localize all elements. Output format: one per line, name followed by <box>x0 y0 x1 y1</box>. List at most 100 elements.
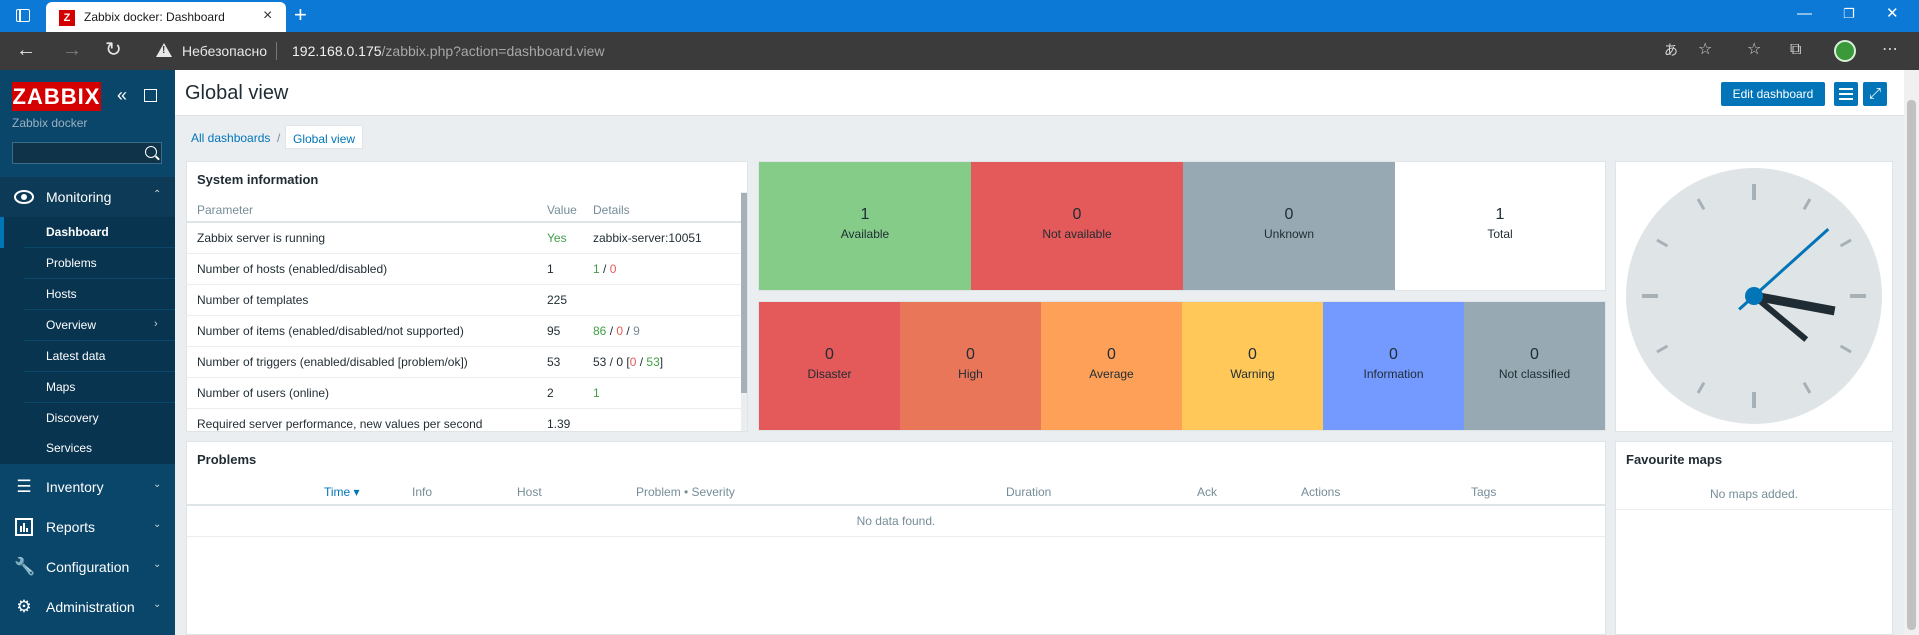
restore-icon[interactable]: ❐ <box>1843 5 1855 23</box>
details-separator: / <box>606 323 617 338</box>
more-icon[interactable]: ⋯ <box>1882 41 1898 59</box>
column-header: Value <box>537 198 583 223</box>
tile-label: Disaster <box>807 367 852 381</box>
column-header-ack: Ack <box>1197 485 1218 499</box>
zabbix-favicon-icon: Z <box>59 10 75 26</box>
submenu-hosts[interactable]: Hosts <box>0 279 175 310</box>
menu-administration-label: Administration <box>46 599 135 615</box>
tab-title: Zabbix docker: Dashboard <box>84 10 225 24</box>
close-window-icon[interactable]: ✕ <box>1886 5 1899 23</box>
collections-icon[interactable]: ⧉ <box>1790 41 1801 59</box>
tile-count: 0 <box>1248 346 1257 363</box>
column-header: Details <box>583 198 743 223</box>
severity-tile-not-classified[interactable]: 0 Not classified <box>1464 302 1605 430</box>
column-header-tags: Tags <box>1471 485 1497 499</box>
profile-icon[interactable] <box>1834 40 1856 62</box>
submenu-dashboard-label: Dashboard <box>46 225 109 239</box>
browser-tab-bar: Z Zabbix docker: Dashboard × + — ❐ ✕ <box>0 0 1919 32</box>
param-cell: Number of triggers (enabled/disabled [pr… <box>187 346 537 378</box>
severity-tile-warning[interactable]: 0 Warning <box>1182 302 1323 430</box>
page-scrollbar[interactable] <box>1904 70 1919 635</box>
submenu-services-label: Services <box>46 441 93 455</box>
chevron-up-icon: ⌃ <box>153 189 162 200</box>
submenu-discovery[interactable]: Discovery <box>0 403 175 434</box>
tile-count: 0 <box>825 346 834 363</box>
dashboard-actions-button[interactable] <box>1834 82 1858 106</box>
read-aloud-icon[interactable]: あ <box>1664 41 1678 59</box>
severity-tile-disaster[interactable]: 0 Disaster <box>759 302 900 430</box>
chevron-down-icon: ⌄ <box>153 519 162 530</box>
back-icon[interactable]: ← <box>16 40 36 60</box>
availability-tile-available[interactable]: 1 Available <box>759 162 971 290</box>
zabbix-logo[interactable]: ZABBIX <box>12 82 101 111</box>
breadcrumb-global-view[interactable]: Global view <box>285 125 364 149</box>
edit-dashboard-button[interactable]: Edit dashboard <box>1721 82 1825 106</box>
search-icon[interactable] <box>145 146 157 158</box>
url-field[interactable]: Небезопасно 192.168.0.175/zabbix.php?act… <box>142 37 1905 65</box>
submenu-latest-data[interactable]: Latest data <box>0 341 175 372</box>
collapse-sidebar-icon[interactable]: « <box>117 86 127 104</box>
severity-tile-information[interactable]: 0 Information <box>1323 302 1464 430</box>
reload-icon[interactable]: ↻ <box>105 40 122 60</box>
favorites-icon[interactable]: ☆ <box>1747 41 1761 59</box>
tab-actions-icon[interactable] <box>16 9 30 22</box>
tile-count: 1 <box>1495 206 1505 223</box>
column-header-host[interactable]: Host <box>517 485 542 499</box>
eye-icon <box>14 188 34 206</box>
submenu-problems[interactable]: Problems <box>0 248 175 279</box>
minimize-icon[interactable]: — <box>1797 5 1812 23</box>
tab-close-icon[interactable]: × <box>263 8 272 24</box>
enabled-count: 1 <box>593 261 600 276</box>
table-header-row: Parameter Value Details <box>187 198 743 223</box>
submenu-dashboard[interactable]: Dashboard <box>0 217 175 248</box>
submenu-services[interactable]: Services <box>0 433 175 464</box>
submenu-maps[interactable]: Maps <box>0 372 175 403</box>
configuration-icon: 🔧 <box>14 557 36 576</box>
column-header-time[interactable]: Time ▾ <box>324 485 360 499</box>
chevron-down-icon: ⌄ <box>153 559 162 570</box>
details-separator: / <box>599 261 610 276</box>
menu-reports-label: Reports <box>46 519 96 535</box>
table-row: Number of users (online) 2 1 <box>187 377 743 409</box>
details-cell: 53 / 0 [0 / 53] <box>583 346 743 378</box>
menu-monitoring[interactable]: Monitoring ⌃ <box>0 177 175 217</box>
tile-label: Average <box>1089 367 1134 381</box>
tile-count: 0 <box>1107 346 1116 363</box>
tile-label: Not available <box>1042 227 1112 241</box>
menu-inventory[interactable]: ☰ Inventory ⌄ <box>0 467 175 507</box>
menu-administration[interactable]: ⚙ Administration ⌄ <box>0 587 175 627</box>
forward-icon[interactable]: → <box>62 40 82 60</box>
availability-tile-total[interactable]: 1 Total <box>1395 162 1605 290</box>
url-text[interactable]: 192.168.0.175/zabbix.php?action=dashboar… <box>292 43 605 59</box>
kiosk-mode-icon[interactable] <box>144 89 157 102</box>
fullscreen-button[interactable]: ⤢ <box>1863 82 1887 106</box>
url-path: /zabbix.php?action=dashboard.view <box>381 43 605 59</box>
system-info-table: Parameter Value Details Zabbix server is… <box>187 198 743 431</box>
value-cell: 2 <box>537 377 583 409</box>
favorite-add-icon[interactable]: ☆ <box>1698 41 1712 59</box>
security-status[interactable]: Небезопасно <box>182 43 267 59</box>
availability-tile-unknown[interactable]: 0 Unknown <box>1183 162 1395 290</box>
search-input[interactable] <box>12 142 162 164</box>
menu-configuration[interactable]: 🔧 Configuration ⌄ <box>0 547 175 587</box>
tile-count: 0 <box>966 346 975 363</box>
details-prefix: 53 / 0 [ <box>593 354 630 369</box>
severity-tile-average[interactable]: 0 Average <box>1041 302 1182 430</box>
menu-reports[interactable]: Reports ⌄ <box>0 507 175 547</box>
problems-by-severity-widget: 0 Disaster 0 High 0 Average 0 Warning 0 … <box>758 301 1606 431</box>
availability-tile-not-available[interactable]: 0 Not available <box>971 162 1183 290</box>
new-tab-icon[interactable]: + <box>294 3 307 27</box>
param-cell: Required server performance, new values … <box>187 408 537 431</box>
submenu-overview-label: Overview <box>46 318 97 332</box>
page-scrollbar-thumb[interactable] <box>1907 100 1916 630</box>
column-header-problem[interactable]: Problem • Severity <box>636 485 735 499</box>
chevron-right-icon: › <box>154 318 158 330</box>
submenu-overview[interactable]: Overview › <box>0 310 175 341</box>
breadcrumb-all-dashboards[interactable]: All dashboards <box>191 131 270 145</box>
browser-tab[interactable]: Z Zabbix docker: Dashboard × <box>46 2 286 32</box>
widget-scrollbar-thumb[interactable] <box>741 193 747 393</box>
clock-widget <box>1615 161 1893 432</box>
param-cell: Zabbix server is running <box>187 222 537 254</box>
param-cell: Number of items (enabled/disabled/not su… <box>187 315 537 347</box>
severity-tile-high[interactable]: 0 High <box>900 302 1041 430</box>
